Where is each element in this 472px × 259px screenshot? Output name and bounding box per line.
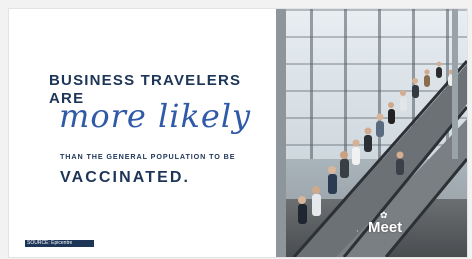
text-panel: BUSINESS TRAVELERS ARE more likely THAN …: [9, 9, 276, 257]
slide: BUSINESS TRAVELERS ARE more likely THAN …: [9, 9, 467, 257]
meet-logo: Meet: [368, 219, 403, 236]
headline-main: BUSINESS TRAVELERS: [49, 72, 242, 89]
mullion: [452, 9, 458, 159]
headline-line-3: THAN THE GENERAL POPULATION TO BE: [60, 152, 236, 161]
escalator-photo: · ✿ Meet: [276, 9, 467, 257]
pillar: [276, 9, 286, 257]
headline-line-4: VACCINATED.: [60, 169, 191, 186]
source-label: SOURCE: Epicentre: [25, 240, 94, 247]
logo-script-left: ·: [356, 227, 359, 237]
script-emphasis: more likely: [59, 97, 252, 135]
